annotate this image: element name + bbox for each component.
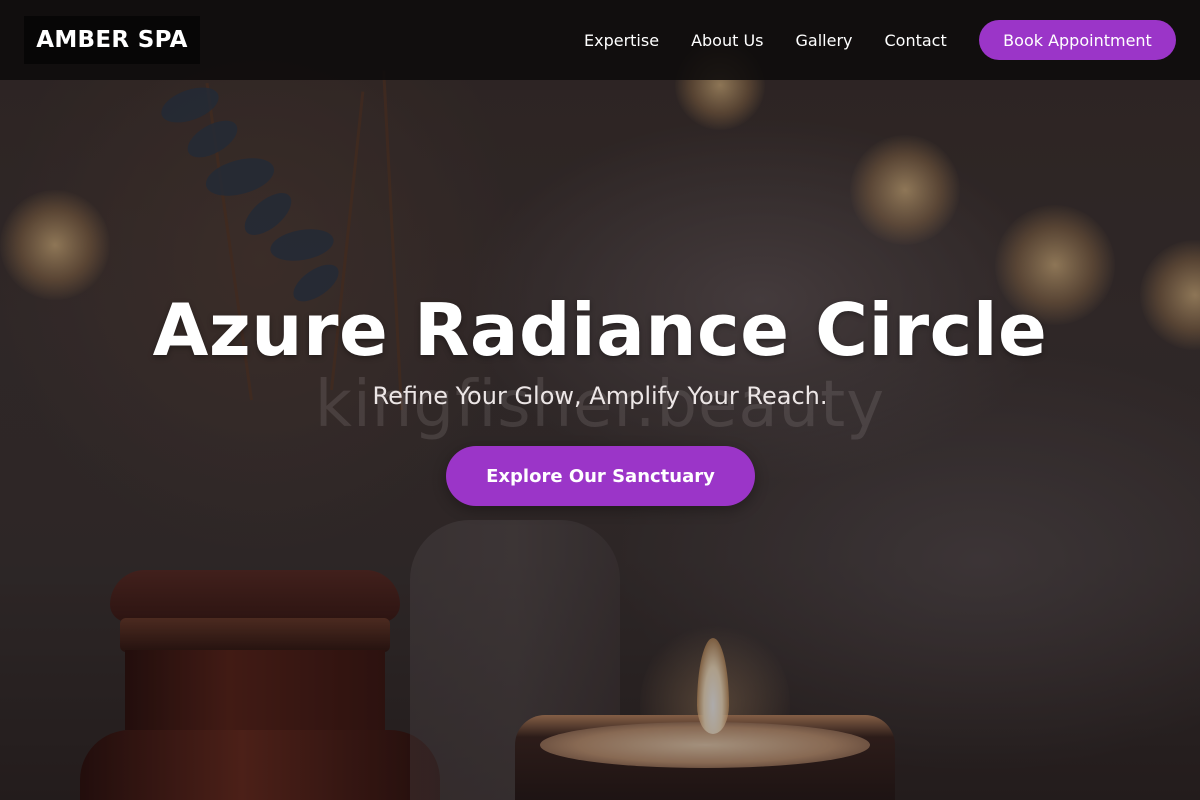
nav-link-expertise[interactable]: Expertise <box>584 25 659 56</box>
nav-link-contact[interactable]: Contact <box>884 25 946 56</box>
hero-title: Azure Radiance Circle <box>152 288 1048 372</box>
main-nav: Expertise About Us Gallery Contact <box>568 0 979 80</box>
nav-link-gallery[interactable]: Gallery <box>796 25 853 56</box>
explore-sanctuary-button[interactable]: Explore Our Sanctuary <box>446 446 755 506</box>
hero-subtitle: Refine Your Glow, Amplify Your Reach. <box>372 382 828 410</box>
nav-link-about-us[interactable]: About Us <box>691 25 763 56</box>
brand-logo[interactable]: AMBER SPA <box>24 16 200 64</box>
book-appointment-button[interactable]: Book Appointment <box>979 20 1176 60</box>
site-header: AMBER SPA Expertise About Us Gallery Con… <box>0 0 1200 80</box>
